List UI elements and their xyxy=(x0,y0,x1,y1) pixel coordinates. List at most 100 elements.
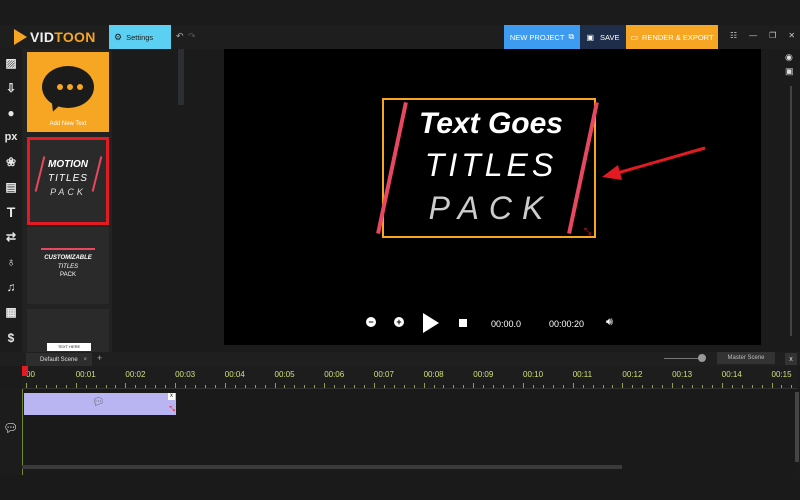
render-label: RENDER & EXPORT xyxy=(642,32,714,42)
text-template-card[interactable]: TEXT HERE xyxy=(27,309,109,354)
top-bar: VIDTOON ⚙ Settings ↶ ↷ NEW PROJECT ⧉ ▣ S… xyxy=(0,25,800,49)
panel-scrollbar[interactable] xyxy=(178,49,184,105)
master-scene-label: Master Scene xyxy=(727,355,765,361)
close-scene-icon[interactable]: × xyxy=(83,357,87,363)
text-template-panel: Add New Text MOTION TITLES PACK CUSTOMIZ… xyxy=(22,49,112,354)
ruler-tick-label: 00:15 xyxy=(771,370,792,379)
left-toolbar: ▨ ⇩ ● px ❀ ▤ T ⇄ ♁ ♫ ▦ $ xyxy=(0,49,22,354)
resize-handle-icon[interactable]: ⤡ xyxy=(584,226,591,237)
total-time: 00:00:20 xyxy=(549,319,585,329)
gear-icon: ⚙ xyxy=(114,31,123,42)
render-export-button[interactable]: ▭ RENDER & EXPORT xyxy=(626,25,718,49)
stage-text-line1: Text Goes xyxy=(419,107,563,140)
custom-title-line3: PACK xyxy=(60,272,76,278)
music-icon[interactable]: ♫ xyxy=(2,278,20,296)
motion-title-line1: MOTION xyxy=(48,159,88,170)
text-icon[interactable]: T xyxy=(2,203,20,221)
image-icon[interactable]: ▨ xyxy=(2,54,20,72)
dot xyxy=(57,84,63,90)
text-track-icon: 💬︎ xyxy=(3,421,19,435)
annotation-arrow xyxy=(602,146,706,180)
add-new-text-card[interactable]: Add New Text xyxy=(27,52,109,132)
logo-suffix: TOON xyxy=(54,29,96,45)
text-clip[interactable]: 💬︎ x ⤡ xyxy=(24,393,176,415)
speech-bubble-icon: 💬︎ xyxy=(92,397,105,408)
timeline-horizontal-scrollbar[interactable] xyxy=(22,465,622,469)
ruler-tick-label: 00:09 xyxy=(473,370,494,379)
scene-tab-default[interactable]: Default Scene × xyxy=(26,353,92,366)
play-icon[interactable] xyxy=(423,313,439,333)
character-icon[interactable]: ● xyxy=(2,104,20,122)
ruler-tick-label: 00:02 xyxy=(125,370,146,379)
video-icon[interactable]: ▦ xyxy=(2,303,20,321)
zoom-in-icon[interactable]: + xyxy=(394,317,404,327)
ruler-tick-label: 00:14 xyxy=(721,370,742,379)
add-scene-icon[interactable]: + xyxy=(97,353,102,363)
save-label: SAVE xyxy=(600,32,620,42)
document-icon[interactable]: ▤ xyxy=(2,178,20,196)
app-window: VIDTOON ⚙ Settings ↶ ↷ NEW PROJECT ⧉ ▣ S… xyxy=(0,0,800,500)
stop-icon[interactable] xyxy=(459,319,467,327)
new-project-label: NEW PROJECT xyxy=(509,32,565,42)
settings-button[interactable]: ⚙ Settings xyxy=(109,25,171,49)
redo-icon[interactable]: ↷ xyxy=(188,31,196,42)
vertical-slider[interactable] xyxy=(790,86,792,336)
layer-icon[interactable]: ▣ xyxy=(785,66,799,77)
timeline-zoom-knob[interactable] xyxy=(698,354,706,362)
logo-prefix: VID xyxy=(30,29,55,45)
speech-bubble-dots xyxy=(57,84,83,90)
bottom-bar xyxy=(0,475,800,500)
app-logo: VIDTOON xyxy=(14,28,96,46)
eye-icon[interactable]: ◉ xyxy=(785,52,799,63)
import-icon[interactable]: ⇩ xyxy=(2,79,20,97)
transition-icon[interactable]: ⇄ xyxy=(2,228,20,246)
stage-text-line3: PACK xyxy=(428,190,554,226)
ruler-tick-label: 00:03 xyxy=(175,370,196,379)
timeline-vertical-scrollbar[interactable] xyxy=(795,392,799,462)
motion-titles-pack-card[interactable]: MOTION TITLES PACK xyxy=(27,137,109,225)
template-preview-label: TEXT HERE xyxy=(47,343,91,351)
close-icon[interactable]: ✕ xyxy=(788,31,795,40)
dot xyxy=(67,84,73,90)
dollar-icon[interactable]: $ xyxy=(2,329,20,347)
px-icon[interactable]: px xyxy=(2,128,20,146)
ruler-tick-label: 00:13 xyxy=(672,370,693,379)
ruler-tick-label: 00:07 xyxy=(373,370,394,379)
save-button[interactable]: ▣ SAVE xyxy=(580,25,626,49)
customizable-titles-pack-card[interactable]: CUSTOMIZABLE TITLES PACK xyxy=(27,227,109,304)
playhead[interactable] xyxy=(22,366,28,376)
ruler-tick-label: 00:08 xyxy=(423,370,444,379)
custom-title-line2: TITLES xyxy=(57,264,79,270)
undo-icon[interactable]: ↶ xyxy=(176,31,184,42)
ruler-tick-label: 00:12 xyxy=(622,370,643,379)
restore-icon[interactable]: ❐ xyxy=(769,31,776,40)
monitor-icon: ▭ xyxy=(630,32,638,42)
logo-play-icon xyxy=(14,29,27,45)
motion-title-line3: PACK xyxy=(50,187,86,197)
menu-icon[interactable]: ☷ xyxy=(730,31,737,40)
timeline-close-icon[interactable]: x xyxy=(785,353,797,365)
timeline-header xyxy=(0,352,800,366)
new-project-button[interactable]: NEW PROJECT ⧉ xyxy=(504,25,580,49)
motion-title-line2: TITLES xyxy=(48,173,88,184)
floppy-icon: ▣ xyxy=(586,32,595,42)
dot xyxy=(77,84,83,90)
ruler-tick-label: 00:05 xyxy=(274,370,295,379)
scene-tab-label: Default Scene xyxy=(40,356,78,363)
ruler-tick-label: 00:01 xyxy=(75,370,96,379)
current-time: 00:00.0 xyxy=(491,319,522,329)
volume-icon[interactable]: 🔊︎ xyxy=(606,316,613,329)
clip-delete-icon[interactable]: x xyxy=(168,393,175,400)
props-icon[interactable]: ❀ xyxy=(2,153,20,171)
custom-title-line1: CUSTOMIZABLE xyxy=(44,255,92,261)
microphone-icon[interactable]: ♁ xyxy=(2,253,20,271)
window-controls: ☷ — ❐ ✕ xyxy=(730,31,795,40)
master-scene-button[interactable]: Master Scene xyxy=(717,352,775,364)
add-new-text-label: Add New Text xyxy=(49,121,87,127)
ruler-tick-label: 00:10 xyxy=(523,370,544,379)
clip-resize-icon[interactable]: ⤡ xyxy=(169,406,175,414)
accent-bar xyxy=(41,248,95,250)
settings-label: Settings xyxy=(126,32,154,42)
zoom-out-icon[interactable]: − xyxy=(366,317,376,327)
minimize-icon[interactable]: — xyxy=(749,31,757,40)
